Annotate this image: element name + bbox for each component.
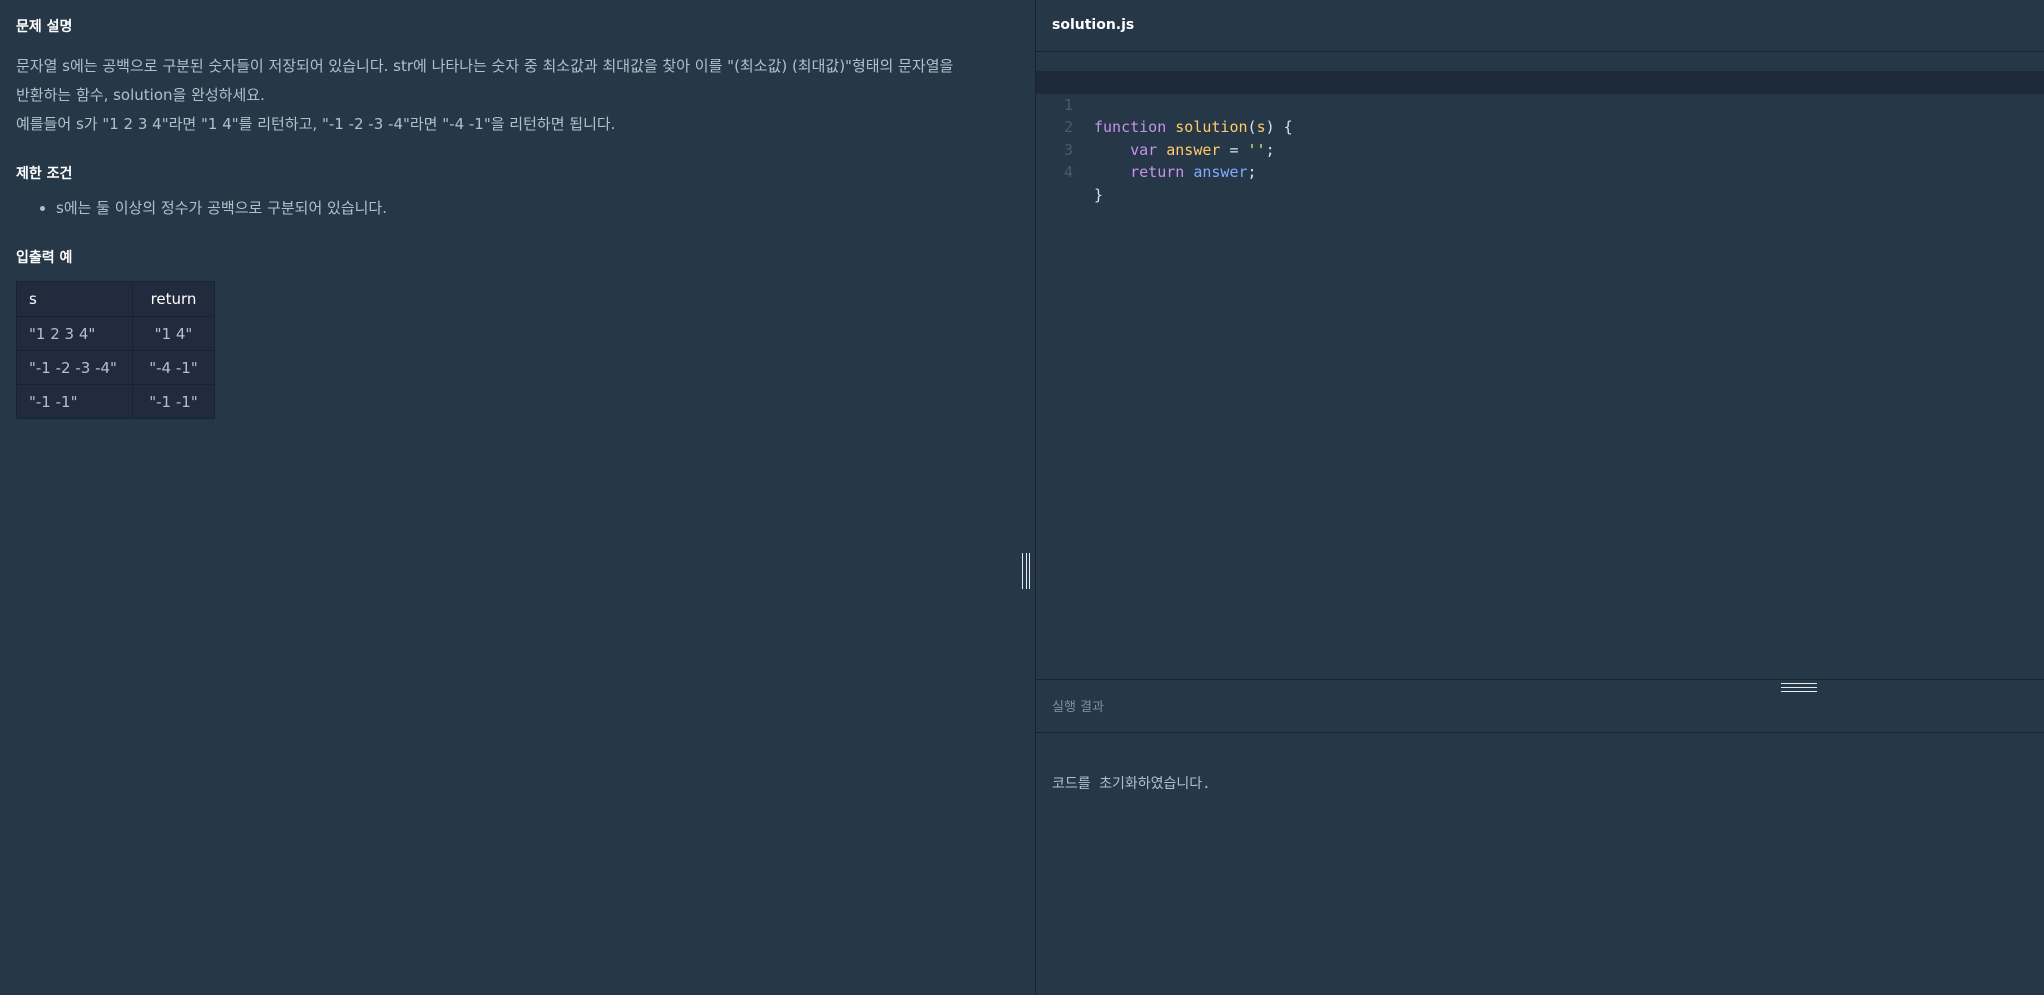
examples-table: s return "1 2 3 4" "1 4" "-1 -2 -3 -4" "… [16,281,215,419]
constraints-title: 제한 조건 [16,166,73,182]
horizontal-split-handle[interactable] [1781,683,1817,692]
code-token: answer [1193,163,1248,181]
code-editor[interactable]: 1 function solution(s) { 2 var answer = … [1036,71,2044,671]
description-line: 문자열 s에는 공백으로 구분된 숫자들이 저장되어 있습니다. str에 나타… [16,57,954,75]
result-title: 실행 결과 [1052,700,1104,715]
examples-title: 입출력 예 [16,250,73,266]
description-line: 반환하는 함수, solution을 완성하세요. [16,86,265,104]
file-name-tab: solution.js [1052,17,1135,33]
table-cell: "-4 -1" [132,350,215,385]
result-header: 실행 결과 [1036,679,2044,733]
code-token: return [1130,163,1185,181]
table-row: "1 2 3 4" "1 4" [16,316,215,351]
problem-title: 문제 설명 [16,19,73,35]
problem-description: 문자열 s에는 공백으로 구분된 숫자들이 저장되어 있습니다. str에 나타… [16,52,1006,139]
table-header-return: return [132,281,215,317]
constraint-item: s에는 둘 이상의 정수가 공백으로 구분되어 있습니다. [56,196,387,220]
table-row: "-1 -1" "-1 -1" [16,384,215,419]
code-line[interactable]: 1 function solution(s) { [1036,71,2044,136]
table-cell: "1 4" [132,316,215,351]
table-cell: "-1 -1" [16,384,133,419]
code-token: ; [1247,163,1257,181]
problem-panel: 문제 설명 문자열 s에는 공백으로 구분된 숫자들이 저장되어 있습니다. s… [0,0,1035,995]
editor-header: solution.js [1036,0,2044,52]
code-line[interactable]: 3 return answer; [1036,116,2044,182]
constraints-list: s에는 둘 이상의 정수가 공백으로 구분되어 있습니다. [16,196,387,220]
table-header-s: s [16,281,133,317]
result-message: 코드를 초기화하였습니다. [1052,776,1211,792]
description-line: 예를들어 s가 "1 2 3 4"라면 "1 4"를 리턴하고, "-1 -2 … [16,115,616,133]
table-row: "-1 -2 -3 -4" "-4 -1" [16,350,215,385]
table-cell: "-1 -1" [132,384,215,419]
table-cell: "-1 -2 -3 -4" [16,350,133,385]
editor-panel: solution.js 1 function solution(s) { 2 v… [1035,0,2044,995]
code-token: } [1094,185,1104,204]
table-header-row: s return [16,281,215,317]
code-line[interactable]: 4 } [1036,139,2044,204]
table-cell: "1 2 3 4" [16,316,133,351]
code-line[interactable]: 2 var answer = ''; [1036,94,2044,159]
line-number: 4 [1063,163,1073,181]
vertical-split-handle[interactable] [1022,553,1030,589]
